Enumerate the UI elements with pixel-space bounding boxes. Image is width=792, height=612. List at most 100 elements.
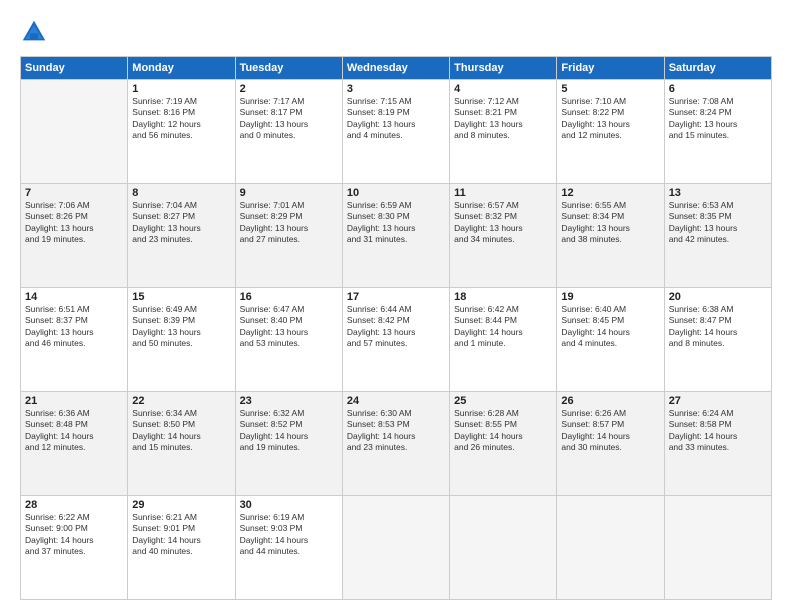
calendar-header-row: Sunday Monday Tuesday Wednesday Thursday… <box>21 57 772 80</box>
calendar-cell: 10Sunrise: 6:59 AMSunset: 8:30 PMDayligh… <box>342 184 449 288</box>
col-wednesday: Wednesday <box>342 57 449 80</box>
day-number: 15 <box>132 291 230 303</box>
calendar-cell <box>342 496 449 600</box>
day-number: 30 <box>240 499 338 511</box>
logo-icon <box>20 18 48 46</box>
day-number: 16 <box>240 291 338 303</box>
day-number: 14 <box>25 291 123 303</box>
col-tuesday: Tuesday <box>235 57 342 80</box>
day-info: Sunrise: 6:53 AMSunset: 8:35 PMDaylight:… <box>669 200 767 246</box>
day-info: Sunrise: 7:01 AMSunset: 8:29 PMDaylight:… <box>240 200 338 246</box>
calendar-cell: 22Sunrise: 6:34 AMSunset: 8:50 PMDayligh… <box>128 392 235 496</box>
day-number: 3 <box>347 83 445 95</box>
calendar-table: Sunday Monday Tuesday Wednesday Thursday… <box>20 56 772 600</box>
col-sunday: Sunday <box>21 57 128 80</box>
calendar-cell: 13Sunrise: 6:53 AMSunset: 8:35 PMDayligh… <box>664 184 771 288</box>
day-number: 5 <box>561 83 659 95</box>
day-info: Sunrise: 6:30 AMSunset: 8:53 PMDaylight:… <box>347 408 445 454</box>
calendar-week-row: 7Sunrise: 7:06 AMSunset: 8:26 PMDaylight… <box>21 184 772 288</box>
day-info: Sunrise: 6:22 AMSunset: 9:00 PMDaylight:… <box>25 512 123 558</box>
col-saturday: Saturday <box>664 57 771 80</box>
day-info: Sunrise: 6:36 AMSunset: 8:48 PMDaylight:… <box>25 408 123 454</box>
calendar-week-row: 1Sunrise: 7:19 AMSunset: 8:16 PMDaylight… <box>21 80 772 184</box>
day-info: Sunrise: 7:12 AMSunset: 8:21 PMDaylight:… <box>454 96 552 142</box>
calendar-cell: 1Sunrise: 7:19 AMSunset: 8:16 PMDaylight… <box>128 80 235 184</box>
day-info: Sunrise: 6:47 AMSunset: 8:40 PMDaylight:… <box>240 304 338 350</box>
calendar-cell <box>450 496 557 600</box>
calendar-cell: 25Sunrise: 6:28 AMSunset: 8:55 PMDayligh… <box>450 392 557 496</box>
day-info: Sunrise: 6:34 AMSunset: 8:50 PMDaylight:… <box>132 408 230 454</box>
day-number: 4 <box>454 83 552 95</box>
day-info: Sunrise: 6:32 AMSunset: 8:52 PMDaylight:… <box>240 408 338 454</box>
calendar-cell: 12Sunrise: 6:55 AMSunset: 8:34 PMDayligh… <box>557 184 664 288</box>
calendar-cell: 5Sunrise: 7:10 AMSunset: 8:22 PMDaylight… <box>557 80 664 184</box>
day-number: 28 <box>25 499 123 511</box>
day-info: Sunrise: 6:24 AMSunset: 8:58 PMDaylight:… <box>669 408 767 454</box>
day-number: 29 <box>132 499 230 511</box>
day-info: Sunrise: 6:57 AMSunset: 8:32 PMDaylight:… <box>454 200 552 246</box>
day-info: Sunrise: 6:51 AMSunset: 8:37 PMDaylight:… <box>25 304 123 350</box>
calendar-cell: 3Sunrise: 7:15 AMSunset: 8:19 PMDaylight… <box>342 80 449 184</box>
day-info: Sunrise: 7:04 AMSunset: 8:27 PMDaylight:… <box>132 200 230 246</box>
day-info: Sunrise: 7:15 AMSunset: 8:19 PMDaylight:… <box>347 96 445 142</box>
calendar-week-row: 21Sunrise: 6:36 AMSunset: 8:48 PMDayligh… <box>21 392 772 496</box>
day-info: Sunrise: 6:55 AMSunset: 8:34 PMDaylight:… <box>561 200 659 246</box>
day-number: 17 <box>347 291 445 303</box>
day-info: Sunrise: 6:38 AMSunset: 8:47 PMDaylight:… <box>669 304 767 350</box>
day-number: 21 <box>25 395 123 407</box>
day-number: 2 <box>240 83 338 95</box>
col-friday: Friday <box>557 57 664 80</box>
calendar-cell: 30Sunrise: 6:19 AMSunset: 9:03 PMDayligh… <box>235 496 342 600</box>
calendar-week-row: 14Sunrise: 6:51 AMSunset: 8:37 PMDayligh… <box>21 288 772 392</box>
day-number: 18 <box>454 291 552 303</box>
calendar-cell: 18Sunrise: 6:42 AMSunset: 8:44 PMDayligh… <box>450 288 557 392</box>
day-info: Sunrise: 6:59 AMSunset: 8:30 PMDaylight:… <box>347 200 445 246</box>
calendar-cell <box>21 80 128 184</box>
calendar-cell <box>557 496 664 600</box>
calendar-cell: 4Sunrise: 7:12 AMSunset: 8:21 PMDaylight… <box>450 80 557 184</box>
day-number: 12 <box>561 187 659 199</box>
day-number: 26 <box>561 395 659 407</box>
day-info: Sunrise: 7:10 AMSunset: 8:22 PMDaylight:… <box>561 96 659 142</box>
calendar-cell: 16Sunrise: 6:47 AMSunset: 8:40 PMDayligh… <box>235 288 342 392</box>
logo <box>20 18 52 46</box>
day-info: Sunrise: 6:28 AMSunset: 8:55 PMDaylight:… <box>454 408 552 454</box>
day-info: Sunrise: 7:17 AMSunset: 8:17 PMDaylight:… <box>240 96 338 142</box>
day-number: 27 <box>669 395 767 407</box>
day-info: Sunrise: 7:08 AMSunset: 8:24 PMDaylight:… <box>669 96 767 142</box>
day-number: 8 <box>132 187 230 199</box>
col-thursday: Thursday <box>450 57 557 80</box>
day-number: 6 <box>669 83 767 95</box>
calendar-cell: 8Sunrise: 7:04 AMSunset: 8:27 PMDaylight… <box>128 184 235 288</box>
calendar-cell: 26Sunrise: 6:26 AMSunset: 8:57 PMDayligh… <box>557 392 664 496</box>
calendar-cell: 14Sunrise: 6:51 AMSunset: 8:37 PMDayligh… <box>21 288 128 392</box>
day-number: 1 <box>132 83 230 95</box>
calendar-week-row: 28Sunrise: 6:22 AMSunset: 9:00 PMDayligh… <box>21 496 772 600</box>
calendar-cell: 9Sunrise: 7:01 AMSunset: 8:29 PMDaylight… <box>235 184 342 288</box>
day-number: 9 <box>240 187 338 199</box>
calendar-cell: 11Sunrise: 6:57 AMSunset: 8:32 PMDayligh… <box>450 184 557 288</box>
calendar-cell: 24Sunrise: 6:30 AMSunset: 8:53 PMDayligh… <box>342 392 449 496</box>
day-info: Sunrise: 7:19 AMSunset: 8:16 PMDaylight:… <box>132 96 230 142</box>
day-number: 23 <box>240 395 338 407</box>
day-number: 20 <box>669 291 767 303</box>
day-info: Sunrise: 7:06 AMSunset: 8:26 PMDaylight:… <box>25 200 123 246</box>
day-info: Sunrise: 6:19 AMSunset: 9:03 PMDaylight:… <box>240 512 338 558</box>
day-number: 24 <box>347 395 445 407</box>
day-number: 7 <box>25 187 123 199</box>
calendar-cell <box>664 496 771 600</box>
day-number: 19 <box>561 291 659 303</box>
day-number: 25 <box>454 395 552 407</box>
col-monday: Monday <box>128 57 235 80</box>
day-number: 11 <box>454 187 552 199</box>
calendar-cell: 20Sunrise: 6:38 AMSunset: 8:47 PMDayligh… <box>664 288 771 392</box>
day-number: 13 <box>669 187 767 199</box>
calendar-cell: 2Sunrise: 7:17 AMSunset: 8:17 PMDaylight… <box>235 80 342 184</box>
calendar-cell: 17Sunrise: 6:44 AMSunset: 8:42 PMDayligh… <box>342 288 449 392</box>
calendar-cell: 27Sunrise: 6:24 AMSunset: 8:58 PMDayligh… <box>664 392 771 496</box>
day-info: Sunrise: 6:21 AMSunset: 9:01 PMDaylight:… <box>132 512 230 558</box>
day-info: Sunrise: 6:44 AMSunset: 8:42 PMDaylight:… <box>347 304 445 350</box>
day-info: Sunrise: 6:42 AMSunset: 8:44 PMDaylight:… <box>454 304 552 350</box>
day-number: 10 <box>347 187 445 199</box>
day-info: Sunrise: 6:49 AMSunset: 8:39 PMDaylight:… <box>132 304 230 350</box>
